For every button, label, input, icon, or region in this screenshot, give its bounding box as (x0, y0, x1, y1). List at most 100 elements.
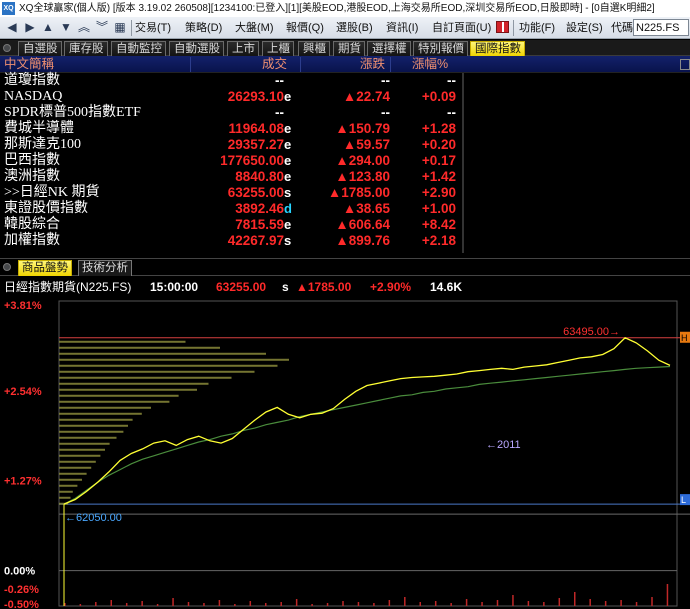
y-axis-label: +2.54% (4, 386, 42, 398)
tab-emerging[interactable]: 興櫃 (298, 41, 330, 56)
time-marker-annotation: ←2011 (486, 439, 521, 451)
tab-auto-picker[interactable]: 自動選股 (169, 41, 224, 56)
last-price-flag: s (282, 280, 289, 294)
quote-row[interactable]: NASDAQ 26293.10 e ▲22.74 +0.09 (0, 89, 690, 105)
tab-watchlist[interactable]: 自選股 (18, 41, 62, 56)
grid-icon[interactable]: ▦ (112, 19, 128, 36)
tab-options[interactable]: 選擇權 (367, 41, 411, 56)
quote-price: 63255.00 (227, 185, 284, 200)
chart-frame (58, 300, 678, 607)
volume-bar (450, 603, 452, 606)
column-divider (390, 57, 391, 72)
quote-change: ▲22.74 (342, 89, 390, 104)
quote-row[interactable]: 道瓊指數 -- -- -- (0, 73, 690, 89)
quote-row[interactable]: 澳洲指數 8840.80 e ▲123.80 +1.42 (0, 169, 690, 185)
back-arrow-icon[interactable]: ◀ (4, 19, 20, 36)
tab-auto-monitor[interactable]: 自動監控 (111, 41, 166, 56)
volume-profile-bar (59, 418, 133, 421)
volume-profile-bar (59, 442, 110, 445)
volume-profile-bar (59, 376, 232, 379)
quote-row[interactable]: 加權指數 42267.97 s ▲899.76 +2.18 (0, 233, 690, 249)
forward-arrow-icon[interactable]: ▶ (22, 19, 38, 36)
quote-change: ▲38.65 (342, 201, 390, 216)
average-price-line (63, 365, 671, 505)
volume-bar (589, 599, 591, 606)
volume-bar (527, 601, 530, 606)
tab-technical-analysis[interactable]: 技術分析 (78, 260, 132, 276)
quote-change-pct: +2.18 (421, 233, 456, 248)
quote-change: ▲150.79 (335, 121, 390, 136)
menu-function[interactable]: 功能(F) (519, 20, 555, 36)
intraday-chart[interactable]: +3.81% +2.54% +1.27% 0.00% -0.26% -0.50% 63495… (0, 297, 690, 609)
column-header-price[interactable]: 成交 (262, 57, 287, 72)
menu-trade[interactable]: 交易(T) (135, 20, 171, 36)
quote-name: 道瓊指數 (4, 73, 60, 88)
volume-profile-bar (59, 496, 71, 499)
quote-row[interactable]: 那斯達克100 29357.27 e ▲59.57 +0.20 (0, 137, 690, 153)
tab-product-overview[interactable]: 商品盤勢 (18, 260, 72, 276)
quote-change-pct: +1.42 (421, 169, 456, 184)
quote-change-pct: +8.42 (421, 217, 456, 232)
tab-otc[interactable]: 上櫃 (262, 41, 294, 56)
high-marker-label: H (681, 333, 688, 343)
menu-market[interactable]: 大盤(M) (235, 20, 274, 36)
panel-menu-icon[interactable] (3, 44, 11, 52)
menu-stock-picker[interactable]: 選股(B) (336, 20, 373, 36)
volume-bar (388, 600, 391, 606)
quote-change: ▲1785.00 (327, 185, 390, 200)
menu-quote[interactable]: 報價(Q) (286, 20, 324, 36)
menu-info[interactable]: 資訊(I) (386, 20, 418, 36)
quote-change-pct: +0.17 (421, 153, 456, 168)
quote-change: ▲123.80 (335, 169, 390, 184)
quote-row[interactable]: 巴西指數 177650.00 e ▲294.00 +0.17 (0, 153, 690, 169)
y-axis-label: +1.27% (4, 476, 42, 488)
quote-change: ▲899.76 (335, 233, 390, 248)
quote-change: ▲59.57 (342, 137, 390, 152)
quote-name: 那斯達克100 (4, 137, 81, 152)
menu-strategy[interactable]: 策略(D) (185, 20, 222, 36)
up-arrow-icon[interactable]: ▲ (40, 19, 56, 36)
quote-name: SPDR標普500指數ETF (4, 105, 141, 120)
volume-bar (95, 602, 97, 606)
tab-futures[interactable]: 期貨 (333, 41, 365, 56)
tab-listed[interactable]: 上市 (227, 41, 259, 56)
chart-panel: 商品盤勢 技術分析 日經指數期貨(N225.FS) 15:00:00 63255… (0, 258, 690, 609)
volume-profile-bar (59, 346, 220, 349)
column-header-name[interactable]: 中文簡稱 (4, 57, 54, 72)
gift-icon[interactable] (496, 21, 509, 33)
panel-menu-icon[interactable] (3, 263, 11, 271)
volume-bar (203, 603, 205, 606)
menu-custom-page[interactable]: 自訂頁面(U) (432, 20, 491, 36)
down-arrow-icon[interactable]: ▼ (58, 19, 74, 36)
last-price: 63255.00 (216, 280, 267, 294)
volume-bar (218, 600, 221, 606)
quote-price-flag: e (284, 217, 292, 232)
quote-row[interactable]: SPDR標普500指數ETF -- -- -- (0, 105, 690, 121)
menu-settings[interactable]: 設定(S) (566, 20, 603, 36)
quote-row[interactable]: 韓股綜合 7815.59 e ▲606.64 +8.42 (0, 217, 690, 233)
double-chevron-icon[interactable]: ︽ (76, 19, 92, 36)
window-titlebar: XQ XQ全球贏家(個人版) [版本 3.19.02 260508][12341… (0, 0, 690, 17)
symbol-input[interactable] (633, 19, 689, 36)
tab-special-quote[interactable]: 特別報價 (413, 41, 468, 56)
double-chevron-down-icon[interactable]: ︾ (94, 19, 110, 36)
quote-change: ▲294.00 (335, 153, 390, 168)
column-header-pct[interactable]: 漲幅% (412, 57, 448, 72)
quote-row[interactable]: 費城半導體 11964.08 e ▲150.79 +1.28 (0, 121, 690, 137)
tab-international-index[interactable]: 國際指數 (470, 41, 525, 56)
window-title: XQ全球贏家(個人版) [版本 3.19.02 260508][1234100:… (19, 3, 655, 14)
quote-price: 3892.46 (235, 201, 284, 216)
price-change-pct: +2.90% (370, 280, 412, 294)
quote-price-flag: e (284, 121, 292, 136)
quote-row[interactable]: 東證股價指數 3892.46 d ▲38.65 +1.00 (0, 201, 690, 217)
y-axis-label: -0.26% (4, 584, 39, 596)
price-change: ▲1785.00 (296, 280, 352, 294)
tab-holdings[interactable]: 庫存股 (64, 41, 108, 56)
quote-change: -- (381, 105, 390, 120)
quote-row[interactable]: >>日經NK 期貨 63255.00 s ▲1785.00 +2.90 (0, 185, 690, 201)
quote-scrollbar[interactable] (462, 73, 464, 253)
quote-change-pct: -- (447, 105, 456, 120)
panel-resize-box[interactable] (680, 59, 690, 70)
column-header-change[interactable]: 漲跌 (360, 57, 385, 72)
y-axis-label: +3.81% (4, 300, 42, 312)
